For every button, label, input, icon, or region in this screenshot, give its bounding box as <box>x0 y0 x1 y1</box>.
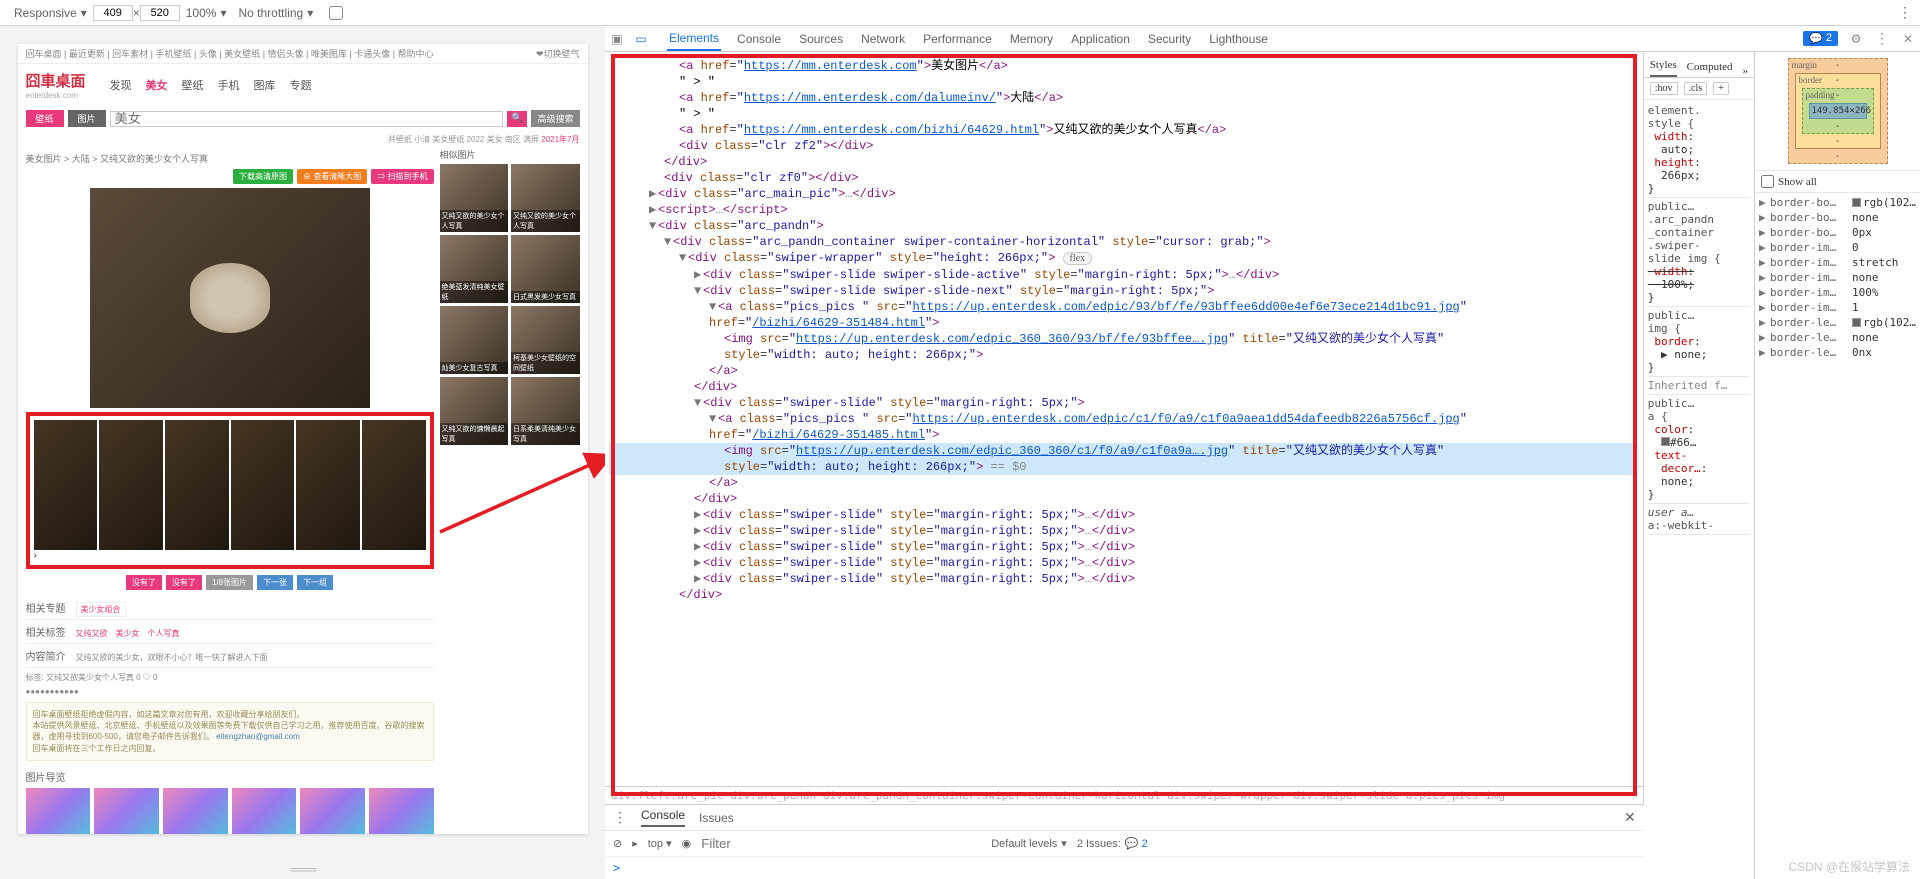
watermark: CSDN @在猴站学算法 <box>1788 858 1910 875</box>
tab-performance[interactable]: Performance <box>921 28 994 50</box>
thumbnail-strip[interactable]: › <box>26 412 434 569</box>
close-devtools-icon[interactable]: ✕ <box>1900 31 1916 47</box>
site-top-links: 回车桌面 | 最近更新 | 回车素材 | 手机壁纸 | 头像 | 美女壁纸 | … <box>26 47 434 60</box>
styles-pane[interactable]: Styles Computed » :hov .cls + element.st… <box>1644 52 1755 879</box>
next-arrow-icon[interactable]: › <box>34 550 426 561</box>
gallery-item <box>94 788 159 834</box>
console-filter-input[interactable] <box>701 836 901 851</box>
footer-note: 回车桌面壁纸拒绝虚假内容，如这篇文章对您有用，欢迎收藏分享给朋友们。 本站提供风… <box>26 702 434 761</box>
breadcrumb: 美女图片 > 大陆 > 又纯又欲的美少女个人写真 <box>26 148 434 169</box>
log-levels-select[interactable]: Default levels ▾ <box>991 837 1067 850</box>
execution-context-icon[interactable]: ▸ <box>632 837 638 850</box>
side-item: 灿美少女复古写真 <box>440 306 509 374</box>
devtools-menu-icon[interactable]: ⋮ <box>1874 31 1890 47</box>
throttling-select[interactable]: No throttling ▾ <box>238 6 313 20</box>
device-menu-icon[interactable]: ⋮ <box>1898 4 1912 21</box>
side-item: 日系柔美清纯美少女写真 <box>511 377 580 445</box>
device-toggle-icon[interactable]: ▭ <box>633 31 649 47</box>
main-image[interactable] <box>90 188 370 408</box>
devtools-tabs[interactable]: ▣ ▭ Elements Console Sources Network Per… <box>605 26 1920 52</box>
site-nav[interactable]: 发现 美女 壁纸 手机 图库 专题 <box>110 77 312 93</box>
breadcrumb-trail[interactable]: div.fleft.arc_pic div.arc_pandn div.arc_… <box>605 786 1643 804</box>
search-tab-active[interactable]: 壁纸 <box>26 110 64 127</box>
new-rule-icon[interactable]: + <box>1713 82 1729 95</box>
device-select[interactable]: Responsive ▾ <box>14 6 87 20</box>
zoom-select[interactable]: 100% ▾ <box>186 6 227 20</box>
elements-tree[interactable]: <a href="https://mm.enterdesk.com">美女图片<… <box>605 52 1643 786</box>
tab-application[interactable]: Application <box>1069 28 1132 50</box>
side-item: 柯基美少女壁纸的空间壁纸 <box>511 306 580 374</box>
site-top-right: ❤切换壁气 <box>536 47 580 60</box>
side-item: 又纯又欲的美少女个人写真 <box>511 164 580 232</box>
tab-network[interactable]: Network <box>859 28 907 50</box>
tab-security[interactable]: Security <box>1146 28 1193 50</box>
boxmodel-content: 149.854×266 <box>1809 103 1867 119</box>
tab-memory[interactable]: Memory <box>1008 28 1055 50</box>
thumb-item <box>165 420 229 550</box>
show-all-checkbox[interactable] <box>1761 175 1774 188</box>
width-input[interactable] <box>93 5 133 21</box>
thumb-item <box>99 420 163 550</box>
console-menu-icon[interactable]: ⋮ <box>613 809 627 826</box>
issues-badge[interactable]: 2 Issues: 💬 2 <box>1077 837 1148 850</box>
side-item: 绝美蓝发清纯美女壁纸 <box>440 235 509 303</box>
selected-element: <img src="https://up.enterdesk.com/edpic… <box>609 443 1637 459</box>
tab-elements[interactable]: Elements <box>667 27 721 51</box>
site-logo-sub: enterdesk.com <box>26 91 86 100</box>
gallery-item <box>300 788 365 834</box>
tab-styles[interactable]: Styles <box>1650 59 1677 77</box>
search-input[interactable] <box>110 111 504 127</box>
gallery-item <box>232 788 297 834</box>
resize-handle-icon[interactable]: ═══ <box>291 861 315 877</box>
gallery-item <box>26 788 91 834</box>
device-preview: 回车桌面 | 最近更新 | 回车素材 | 手机壁纸 | 头像 | 美女壁纸 | … <box>0 26 605 879</box>
gallery-item <box>163 788 228 834</box>
height-input[interactable] <box>140 5 180 21</box>
side-item: 又纯又欲的美少女个人写真 <box>440 164 509 232</box>
gallery-item <box>369 788 434 834</box>
top-context[interactable]: top ▾ <box>648 837 672 850</box>
side-item: 日式黑发美少女写真 <box>511 235 580 303</box>
view-hd-button[interactable]: ⊕ 查看清晰大图 <box>297 169 367 184</box>
tab-drawer-issues[interactable]: Issues <box>699 811 734 825</box>
download-button[interactable]: 下载高清原图 <box>233 169 293 184</box>
messages-badge[interactable]: 💬 2 <box>1803 31 1838 46</box>
hov-toggle[interactable]: :hov <box>1650 82 1678 95</box>
console-prompt[interactable]: > <box>605 857 1644 879</box>
tab-computed[interactable]: Computed <box>1687 61 1733 77</box>
inspect-icon[interactable]: ▣ <box>609 31 625 47</box>
site-logo: 囧車桌面 <box>26 70 86 91</box>
advanced-search-button[interactable]: 高级搜索 <box>531 110 579 127</box>
cls-toggle[interactable]: .cls <box>1684 82 1708 95</box>
computed-pane[interactable]: margin -- border -- padding -- 149.854×2… <box>1755 52 1920 879</box>
scan-button[interactable]: ⇒ 扫描到手机 <box>371 169 433 184</box>
preview-frame: 回车桌面 | 最近更新 | 回车素材 | 手机壁纸 | 头像 | 美女壁纸 | … <box>18 44 588 834</box>
thumb-item <box>231 420 295 550</box>
thumb-item <box>34 420 98 550</box>
live-expression-icon[interactable]: ◉ <box>682 837 692 850</box>
styles-more-icon[interactable]: » <box>1743 65 1749 77</box>
tab-console[interactable]: Console <box>735 28 783 50</box>
thumb-item <box>362 420 426 550</box>
search-tab[interactable]: 图片 <box>68 110 106 127</box>
devtools: ▣ ▭ Elements Console Sources Network Per… <box>605 26 1920 879</box>
search-button[interactable]: 🔍 <box>507 111 527 127</box>
clear-console-icon[interactable]: ⊘ <box>613 837 622 850</box>
close-drawer-icon[interactable]: ✕ <box>1624 809 1636 826</box>
tab-drawer-console[interactable]: Console <box>641 808 685 827</box>
tab-lighthouse[interactable]: Lighthouse <box>1207 28 1270 50</box>
thumb-item <box>296 420 360 550</box>
pager[interactable]: 没有了 没有了 1/8张图片 下一张 下一组 <box>26 575 434 590</box>
settings-icon[interactable]: ⚙ <box>1848 31 1864 47</box>
tab-sources[interactable]: Sources <box>797 28 845 50</box>
side-item: 又纯又欲的慵懒晨起写真 <box>440 377 509 445</box>
rotate-icon[interactable] <box>329 6 343 20</box>
